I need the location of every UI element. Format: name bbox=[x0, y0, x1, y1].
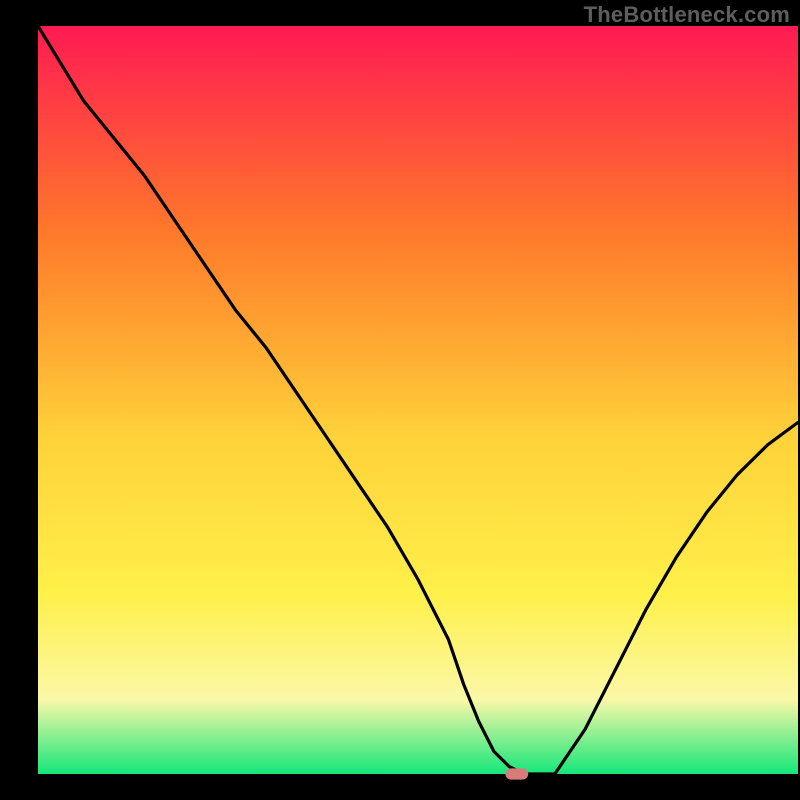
bottleneck-chart bbox=[0, 0, 800, 800]
plot-background bbox=[38, 26, 798, 774]
watermark-label: TheBottleneck.com bbox=[584, 2, 790, 28]
chart-frame: { "watermark": "TheBottleneck.com", "col… bbox=[0, 0, 800, 800]
optimum-marker bbox=[505, 768, 528, 779]
